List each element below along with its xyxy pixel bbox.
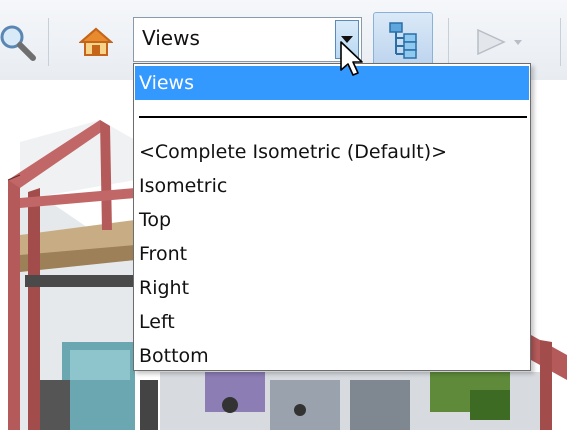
play-icon[interactable] — [470, 24, 530, 60]
search-icon[interactable] — [0, 22, 40, 62]
dropdown-separator — [139, 116, 527, 118]
dropdown-option-right[interactable]: Right — [135, 271, 529, 305]
toolbar-separator — [448, 18, 449, 66]
view-select[interactable]: Views — [133, 17, 362, 62]
mouse-cursor-icon — [340, 41, 363, 76]
dropdown-option-top[interactable]: Top — [135, 203, 529, 237]
dropdown-option-views[interactable]: Views — [135, 66, 529, 100]
view-select-value: Views — [142, 26, 200, 50]
home-icon[interactable] — [76, 24, 116, 60]
toolbar-separator — [560, 18, 561, 66]
dropdown-option-left[interactable]: Left — [135, 305, 529, 339]
view-tree-icon — [389, 21, 417, 59]
dropdown-option-front[interactable]: Front — [135, 237, 529, 271]
toolbar-separator — [48, 18, 49, 66]
dropdown-option-complete-isometric[interactable]: <Complete Isometric (Default)> — [135, 135, 529, 169]
view-select-dropdown-list: Views <Complete Isometric (Default)> Iso… — [133, 63, 531, 371]
dropdown-option-bottom[interactable]: Bottom — [135, 339, 529, 373]
dropdown-option-isometric[interactable]: Isometric — [135, 169, 529, 203]
view-tree-toggle-button[interactable] — [373, 12, 433, 67]
